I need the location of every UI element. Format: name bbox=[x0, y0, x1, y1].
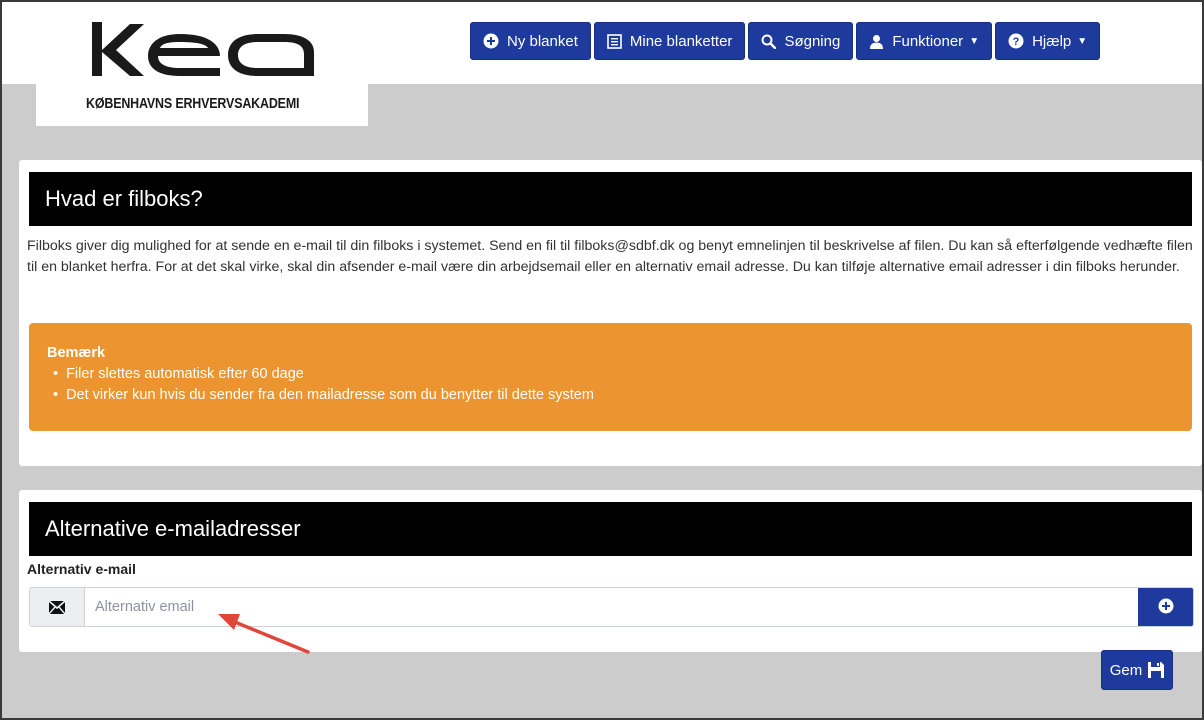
floppy-disk-icon bbox=[1148, 662, 1165, 678]
search-button[interactable]: Søgning bbox=[748, 22, 854, 60]
my-forms-label: Mine blanketter bbox=[629, 32, 733, 50]
search-label: Søgning bbox=[784, 32, 841, 50]
annotation-arrow-icon bbox=[218, 614, 310, 654]
help-label: Hjælp bbox=[1032, 32, 1072, 50]
filebox-info-panel: Hvad er filboks? Filboks giver dig mulig… bbox=[19, 160, 1202, 466]
envelope-icon bbox=[30, 588, 85, 626]
caret-down-icon: ▼ bbox=[1077, 35, 1088, 47]
new-form-button[interactable]: Ny blanket bbox=[470, 22, 591, 60]
alternative-email-group bbox=[29, 587, 1194, 627]
logo-subtitle: KØBENHAVNS ERHVERVSAKADEMI bbox=[86, 96, 300, 112]
save-button[interactable]: Gem bbox=[1101, 650, 1173, 690]
app-frame: KØBENHAVNS ERHVERVSAKADEMI Ny blanket Mi… bbox=[0, 0, 1204, 720]
user-icon bbox=[869, 34, 884, 49]
new-form-label: Ny blanket bbox=[507, 32, 578, 50]
main-nav: Ny blanket Mine blanketter Søgning Funkt… bbox=[470, 22, 1101, 60]
add-email-button[interactable] bbox=[1138, 588, 1193, 626]
svg-text:?: ? bbox=[1013, 36, 1020, 48]
alert-item: Filer slettes automatisk efter 60 dage bbox=[53, 364, 1192, 385]
alert-item: Det virker kun hvis du sender fra den ma… bbox=[53, 385, 1192, 406]
alternative-emails-panel: Alternative e-mailadresser Alternativ e-… bbox=[19, 490, 1202, 652]
help-dropdown[interactable]: ? Hjælp ▼ bbox=[995, 22, 1101, 60]
warning-alert: Bemærk Filer slettes automatisk efter 60… bbox=[29, 323, 1192, 431]
intro-text: Filboks giver dig mulighed for at sende … bbox=[27, 238, 1193, 275]
alert-list: Filer slettes automatisk efter 60 dage D… bbox=[47, 364, 1192, 406]
functions-label: Funktioner bbox=[892, 32, 964, 50]
kea-logo-mark bbox=[92, 22, 314, 76]
alert-title: Bemærk bbox=[47, 345, 106, 361]
save-label: Gem bbox=[1109, 661, 1143, 679]
my-forms-button[interactable]: Mine blanketter bbox=[593, 22, 746, 60]
panel-heading: Alternative e-mailadresser bbox=[29, 502, 1192, 556]
search-icon bbox=[761, 34, 777, 49]
alternative-email-label: Alternativ e-mail bbox=[27, 561, 136, 577]
question-circle-icon: ? bbox=[1008, 33, 1024, 49]
functions-dropdown[interactable]: Funktioner ▼ bbox=[856, 22, 993, 60]
caret-down-icon: ▼ bbox=[969, 35, 980, 47]
logo[interactable]: KØBENHAVNS ERHVERVSAKADEMI bbox=[36, 2, 368, 126]
list-icon bbox=[607, 33, 622, 49]
plus-circle-icon bbox=[483, 33, 499, 49]
panel-heading: Hvad er filboks? bbox=[29, 172, 1192, 226]
plus-circle-icon bbox=[1158, 598, 1174, 617]
